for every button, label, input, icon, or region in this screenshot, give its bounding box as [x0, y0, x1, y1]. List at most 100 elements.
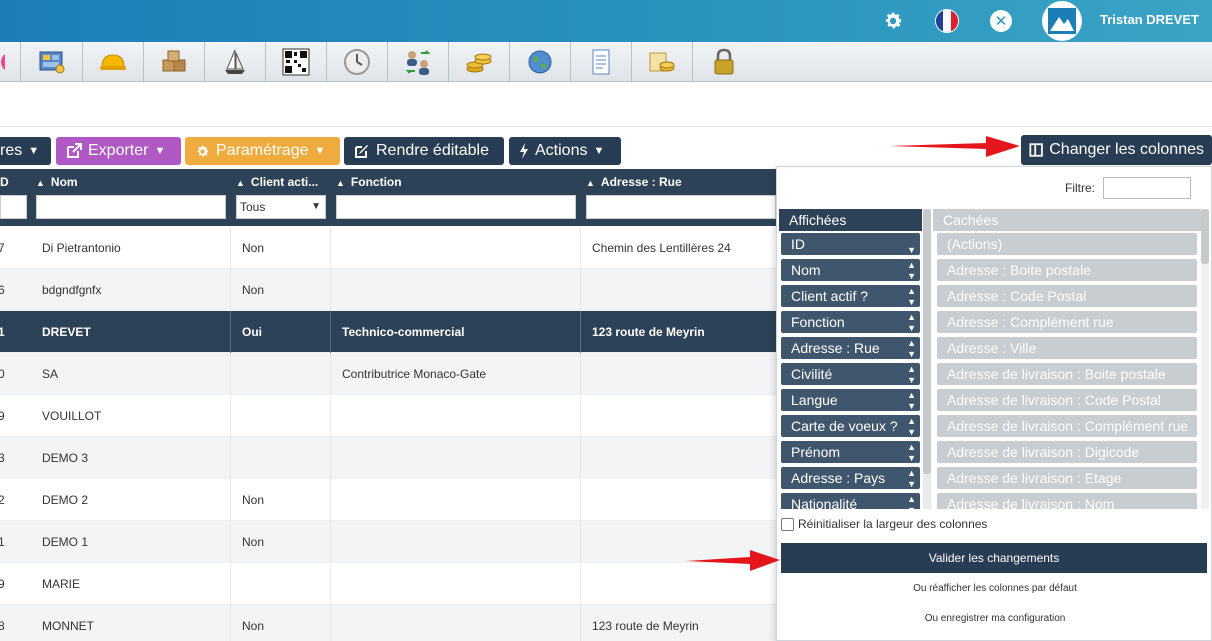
cell-nom: bdgndfgnfx [42, 283, 102, 297]
cachee-column-item[interactable]: (Actions) [937, 233, 1197, 255]
affichee-column-item[interactable]: Adresse : Rue ▲ ▼ [781, 337, 920, 359]
parametrage-button[interactable]: Paramétrage ▼ [185, 137, 340, 165]
module-qrcode[interactable] [266, 42, 327, 82]
table-row[interactable]: 1 DEMO 1 Non [0, 521, 776, 563]
reset-width-checkbox[interactable] [781, 517, 794, 531]
cachee-column-item[interactable]: Adresse : Code Postal [937, 285, 1197, 307]
col-header-fonction[interactable]: ▲ Fonction [336, 169, 576, 195]
valider-changements-button[interactable]: Valider les changements [781, 543, 1207, 573]
table-row[interactable]: 6 bdgndfgnfx Non [0, 269, 776, 311]
user-name[interactable]: Tristan DREVET [1100, 12, 1199, 27]
table-row[interactable]: 9 VOUILLOT [0, 395, 776, 437]
module-international[interactable] [510, 42, 571, 82]
external-link-icon [67, 143, 82, 158]
cachee-column-item[interactable]: Adresse de livraison : Digicode [937, 441, 1197, 463]
qr-code-icon [282, 48, 310, 76]
table-row[interactable]: 8 MONNET Non 123 route de Meyrin [0, 605, 776, 641]
sort-down-icon: ▼ [907, 245, 916, 255]
cachee-column-item[interactable]: Adresse de livraison : Etage [937, 467, 1197, 489]
cachee-column-item[interactable]: Adresse : Boite postale [937, 259, 1197, 281]
module-dashboard[interactable] [22, 42, 83, 82]
exporter-button[interactable]: Exporter ▼ [56, 137, 181, 165]
table-row[interactable]: 1 DREVET Oui Technico-commercial 123 route d… [0, 311, 776, 353]
table-row[interactable]: 2 DEMO 2 Non [0, 479, 776, 521]
rendre-editable-button[interactable]: Rendre éditable [344, 137, 504, 165]
top-header-bar: ✕ Tristan DREVET [0, 0, 1212, 42]
module-pie-chart[interactable] [0, 42, 21, 82]
cachee-column-item[interactable]: Adresse de livraison : Complément rue [937, 415, 1197, 437]
affichee-column-item[interactable]: Nom ▲ ▼ [781, 259, 920, 281]
cell-nom: DEMO 1 [42, 535, 89, 549]
table-row[interactable]: 3 DEMO 3 [0, 437, 776, 479]
table-row[interactable]: 9 MARIE [0, 563, 776, 605]
lock-icon [714, 48, 733, 75]
cell-client: Non [242, 241, 265, 255]
bolt-icon [520, 143, 528, 159]
module-chantier[interactable] [83, 42, 144, 82]
module-finance[interactable] [449, 42, 510, 82]
cell-rue: 123 route de Meyrin [592, 619, 699, 633]
affichee-column-item[interactable]: Adresse : Pays ▲ ▼ [781, 467, 920, 489]
sort-up-icon: ▲ [336, 178, 345, 188]
filtre-input[interactable] [1103, 177, 1191, 199]
cachees-scrollbar[interactable] [1201, 209, 1209, 509]
sailboat-icon [225, 49, 245, 74]
col-header-id[interactable]: D [0, 169, 30, 195]
module-temps[interactable] [327, 42, 388, 82]
cachee-column-item[interactable]: Adresse : Complément rue [937, 311, 1197, 333]
actions-button[interactable]: Actions ▼ [509, 137, 621, 165]
default-columns-link[interactable]: Ou réafficher les colonnes par défaut [777, 583, 1212, 594]
cachee-column-item[interactable]: Adresse : Ville [937, 337, 1197, 359]
module-securite[interactable] [693, 42, 754, 82]
cell-fonction: Technico-commercial [342, 325, 465, 339]
affichee-column-item[interactable]: ID ▼ [781, 233, 920, 255]
changer-colonnes-button[interactable]: Changer les colonnes [1021, 135, 1212, 165]
filter-id-input[interactable] [0, 195, 27, 219]
affichee-column-item[interactable]: Nationalité▲▼ [781, 493, 920, 509]
france-flag-icon[interactable] [932, 6, 962, 36]
dashboard-icon [39, 51, 65, 74]
affichee-column-item[interactable]: Prénom ▲ ▼ [781, 441, 920, 463]
affichee-column-item[interactable]: Carte de voeux ? ▲ ▼ [781, 415, 920, 437]
reset-width-option[interactable]: Réinitialiser la largeur des colonnes [781, 517, 987, 531]
table-header: D ▲ Nom ▲ Client acti... ▲ Fonction ▲ Adress… [0, 169, 776, 226]
cell-nom: VOUILLOT [42, 409, 102, 423]
affichee-column-item[interactable]: Langue ▲ ▼ [781, 389, 920, 411]
chevron-down-icon: ▼ [154, 145, 166, 157]
table-row[interactable]: 0 SA Contributrice Monaco-Gate [0, 353, 776, 395]
cell-fonction [342, 437, 582, 479]
module-stock[interactable] [144, 42, 205, 82]
filtre-label: Filtre: [1065, 181, 1095, 195]
affichee-column-item[interactable]: Civilité ▲ ▼ [781, 363, 920, 385]
col-header-client-actif[interactable]: ▲ Client acti... [236, 169, 328, 195]
module-contacts[interactable] [388, 42, 449, 82]
cell-fonction [342, 395, 582, 437]
cachee-column-item[interactable]: Adresse de livraison : Boite postale [937, 363, 1197, 385]
col-header-nom[interactable]: ▲ Nom [36, 169, 226, 195]
module-bateau[interactable] [205, 42, 266, 82]
affichee-column-item[interactable]: Fonction ▲ ▼ [781, 311, 920, 333]
sort-up-icon: ▲ [36, 178, 45, 188]
filtres-button[interactable]: res ▼ [0, 137, 51, 165]
chevron-down-icon: ▼ [28, 145, 40, 157]
filter-client-select[interactable]: Tous ▼ [236, 195, 326, 219]
save-config-link[interactable]: Ou enregistrer ma configuration [777, 613, 1212, 624]
filter-nom-input[interactable] [36, 195, 226, 219]
module-facturation[interactable] [632, 42, 693, 82]
affichees-scrollbar[interactable] [923, 209, 931, 509]
col-header-adresse-rue[interactable]: ▲ Adresse : Rue [586, 169, 776, 195]
close-icon[interactable]: ✕ [986, 6, 1016, 36]
gear-icon[interactable] [878, 6, 908, 36]
cell-id: 0 [0, 367, 5, 381]
cachee-column-item[interactable]: Adresse de livraison : Nom [937, 493, 1197, 509]
table-row[interactable]: 7 Di Pietrantonio Non Chemin des Lentillère… [0, 227, 776, 269]
module-documents[interactable] [571, 42, 632, 82]
cell-id: 9 [0, 409, 5, 423]
cachee-column-item[interactable]: Adresse de livraison : Code Postal [937, 389, 1197, 411]
cell-nom: DREVET [42, 325, 91, 339]
affichee-column-item[interactable]: Client actif ? ▲ ▼ [781, 285, 920, 307]
avatar-logo-icon[interactable] [1042, 1, 1082, 41]
affichees-header: Affichées [779, 209, 922, 231]
filter-fonction-input[interactable] [336, 195, 576, 219]
filter-adresse-rue-input[interactable] [586, 195, 776, 219]
